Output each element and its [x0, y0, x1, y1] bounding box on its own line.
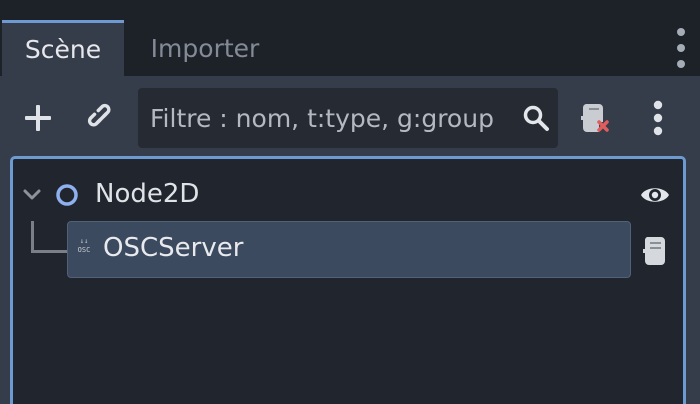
plus-icon: [25, 105, 51, 131]
more-options-button[interactable]: [636, 96, 680, 140]
search-icon: [514, 96, 558, 140]
dock-menu-icon[interactable]: [672, 28, 690, 68]
script-icon[interactable]: [641, 235, 671, 269]
chevron-down-icon[interactable]: [21, 183, 43, 205]
node-label: OSCServer: [103, 233, 244, 263]
script-remove-icon: [581, 104, 609, 132]
filter-input[interactable]: [138, 88, 514, 148]
detach-script-button[interactable]: [574, 96, 618, 140]
kebab-menu-icon: [653, 100, 663, 136]
tab-import-label: Importer: [150, 33, 260, 63]
osc-node-icon: ↓↓ OSC: [77, 237, 91, 254]
tab-scene-label: Scène: [24, 35, 102, 64]
scene-tree[interactable]: Node2D ↓↓ OSC OSCServer: [10, 156, 686, 404]
instantiate-scene-button[interactable]: [80, 96, 124, 140]
visibility-eye-icon[interactable]: [639, 181, 671, 209]
tab-import[interactable]: Importer: [124, 20, 286, 76]
tree-connector-line: [31, 221, 69, 253]
node-label: Node2D: [95, 179, 200, 209]
dock-tab-bar: Scène Importer: [0, 0, 700, 76]
filter-box: [138, 88, 558, 148]
link-icon: [87, 103, 111, 127]
tree-item-root[interactable]: Node2D: [13, 169, 683, 221]
tab-scene[interactable]: Scène: [2, 20, 124, 76]
node2d-icon: [56, 184, 78, 206]
add-node-button[interactable]: [16, 96, 60, 140]
